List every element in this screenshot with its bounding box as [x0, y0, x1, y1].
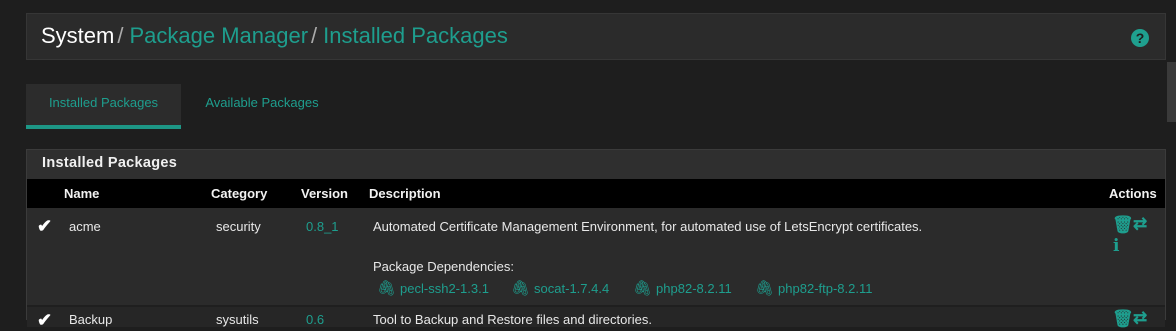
table-row: ✔ acme security 0.8_1 Automated Certific…: [27, 208, 1165, 305]
trash-icon[interactable]: 🗑: [1112, 215, 1134, 235]
package-name: acme: [69, 219, 101, 234]
breadcrumb-root: System: [41, 23, 115, 48]
paperclip-icon: 🖇: [755, 280, 775, 297]
breadcrumb: System / Package Manager / Installed Package…: [41, 23, 508, 49]
paperclip-icon: 🖇: [377, 280, 397, 297]
question-circle-icon[interactable]: ?: [1131, 29, 1149, 47]
reinstall-icon[interactable]: ⇄: [1133, 308, 1147, 328]
package-category: security: [216, 219, 261, 234]
dependency-link[interactable]: 🖇 php82-8.2.11: [633, 279, 732, 297]
paperclip-icon: 🖇: [633, 280, 653, 297]
table-row: ✔ Backup sysutils 0.6 Tool to Backup and…: [27, 305, 1165, 330]
dependencies-label: Package Dependencies:: [373, 259, 514, 274]
reinstall-icon[interactable]: ⇄: [1133, 214, 1147, 234]
package-version-link[interactable]: 0.8_1: [306, 219, 339, 234]
scrollbar[interactable]: [1167, 62, 1176, 122]
package-description: Automated Certificate Management Environ…: [373, 219, 923, 234]
panel-title: Installed Packages: [27, 150, 1165, 179]
column-header-name: Name: [64, 186, 100, 201]
column-header-description: Description: [369, 186, 441, 201]
dependency-link[interactable]: 🖇 pecl-ssh2-1.3.1: [377, 279, 489, 297]
dependency-link[interactable]: 🖇 php82-ftp-8.2.11: [755, 279, 873, 297]
table-header: Name Category Version Description Action…: [27, 179, 1165, 208]
trash-icon[interactable]: 🗑: [1112, 309, 1134, 329]
check-icon: ✔: [37, 216, 53, 236]
breadcrumb-bar: System / Package Manager / Installed Package…: [26, 13, 1166, 60]
tab-installed-packages[interactable]: Installed Packages: [26, 84, 181, 129]
dependency-link[interactable]: 🖇 socat-1.7.4.4: [511, 279, 609, 297]
breadcrumb-separator: /: [117, 23, 124, 48]
check-icon: ✔: [37, 310, 53, 330]
paperclip-icon: 🖇: [511, 280, 531, 297]
tab-bar: Installed Packages Available Packages: [26, 84, 1166, 129]
info-icon[interactable]: i: [1113, 236, 1119, 256]
installed-packages-panel: Installed Packages Name Category Version…: [26, 149, 1166, 330]
column-header-category: Category: [211, 186, 268, 201]
tab-available-packages[interactable]: Available Packages: [186, 84, 338, 129]
column-header-actions: Actions: [1109, 186, 1157, 201]
breadcrumb-separator: /: [311, 23, 318, 48]
breadcrumb-installed-packages[interactable]: Installed Packages: [323, 23, 508, 48]
column-header-version: Version: [301, 186, 348, 201]
breadcrumb-package-manager[interactable]: Package Manager: [129, 23, 308, 48]
